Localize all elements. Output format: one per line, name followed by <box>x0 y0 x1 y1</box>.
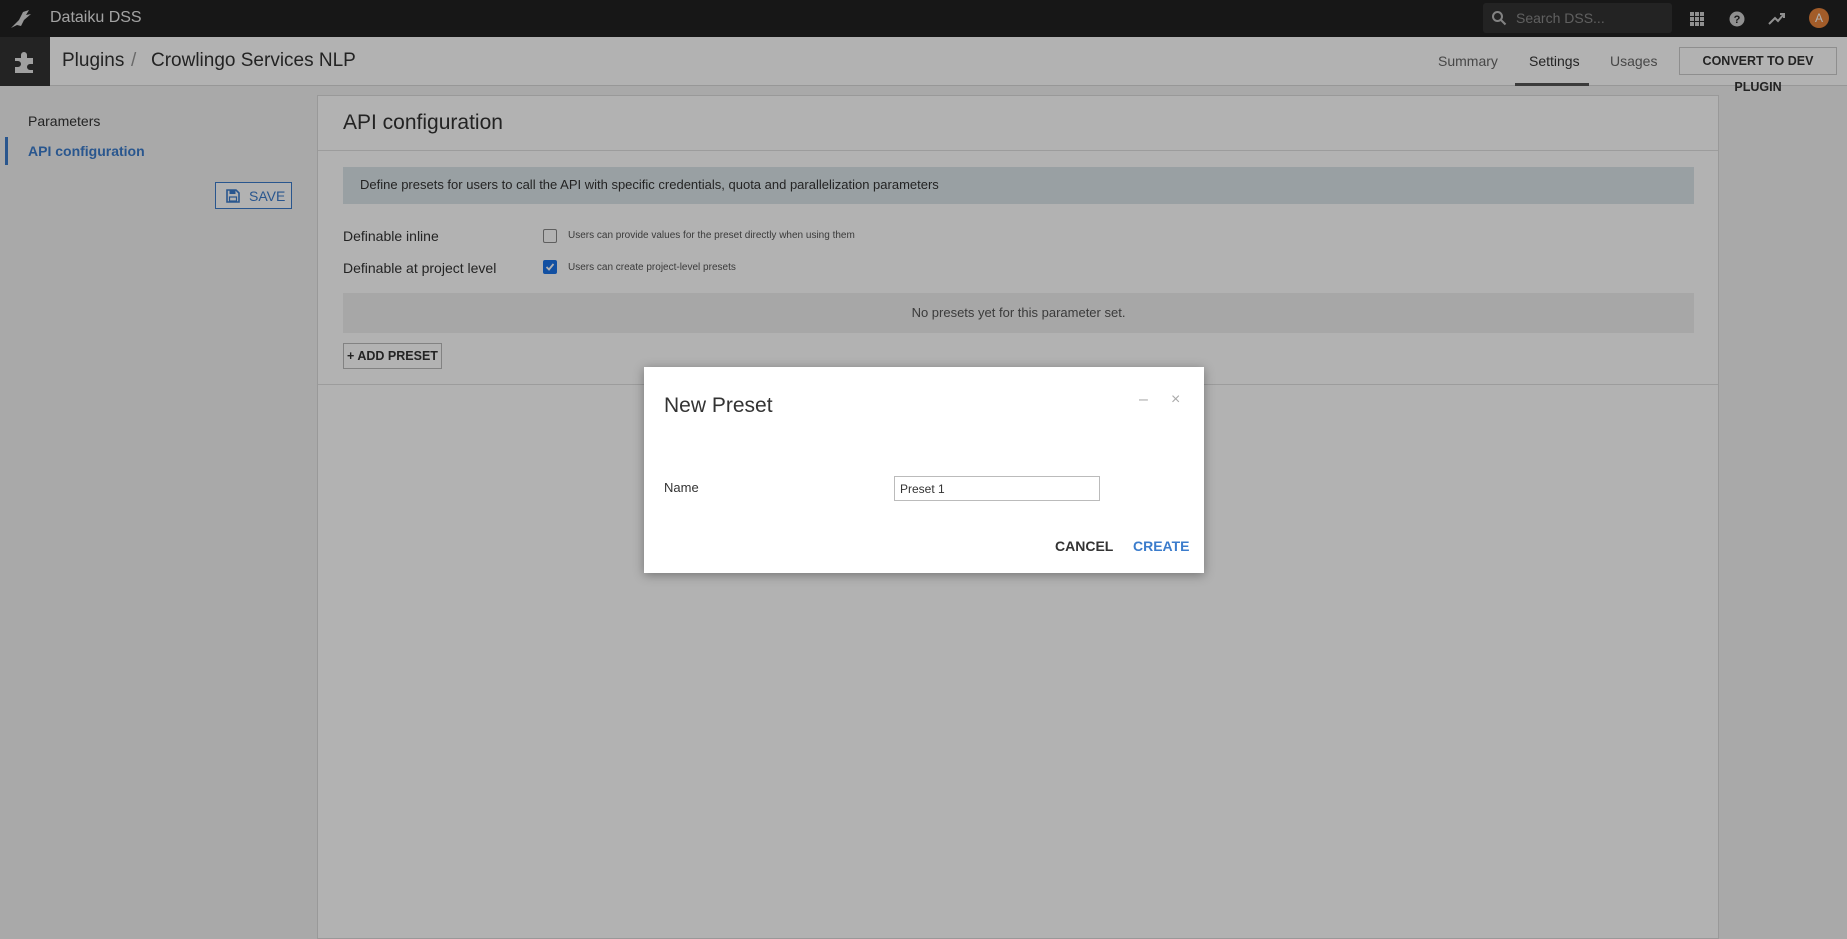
dialog-title: New Preset <box>664 394 773 417</box>
cancel-button[interactable]: CANCEL <box>1055 538 1113 554</box>
create-button[interactable]: CREATE <box>1133 538 1190 554</box>
preset-name-input[interactable] <box>894 476 1100 501</box>
close-icon[interactable]: × <box>1171 391 1180 409</box>
minimize-icon[interactable]: – <box>1139 391 1148 409</box>
new-preset-dialog: New Preset – × Name CANCEL CREATE <box>644 367 1204 573</box>
name-label: Name <box>664 480 699 495</box>
